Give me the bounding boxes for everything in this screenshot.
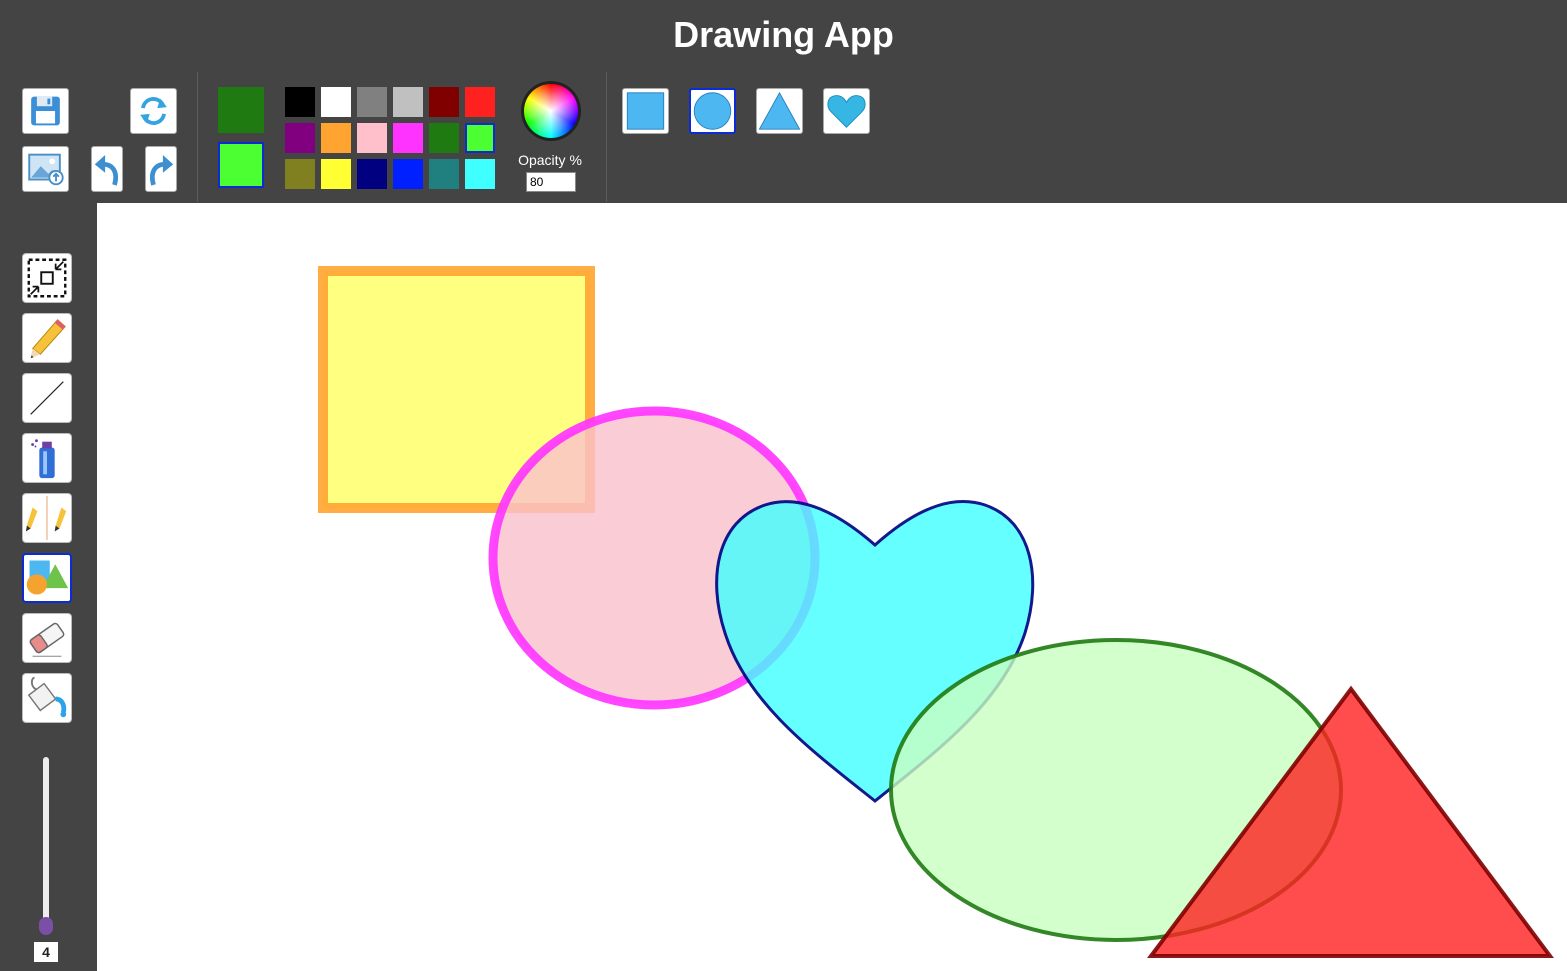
palette-color-swatch[interactable] <box>465 123 495 153</box>
redo-button[interactable] <box>145 146 177 192</box>
palette-color-swatch[interactable] <box>429 87 459 117</box>
palette-color-swatch[interactable] <box>393 87 423 117</box>
square-shape-icon <box>626 92 665 130</box>
brush-size-slider-thumb[interactable] <box>39 917 53 935</box>
floppy-disk-icon <box>31 96 60 126</box>
undo-button[interactable] <box>91 146 123 192</box>
heart-shape-icon <box>827 95 866 128</box>
palette-color-swatch[interactable] <box>321 87 351 117</box>
palette-color-swatch[interactable] <box>285 123 315 153</box>
brush-size-value: 4 <box>34 942 58 962</box>
eraser-icon <box>29 622 65 657</box>
tool-fill[interactable] <box>22 673 72 723</box>
rectangle-shape-button[interactable] <box>622 88 669 134</box>
palette-color-swatch[interactable] <box>393 123 423 153</box>
drawing-surface[interactable] <box>97 203 1567 971</box>
tool-select[interactable] <box>22 253 72 303</box>
palette-color-swatch[interactable] <box>429 123 459 153</box>
palette-color-swatch[interactable] <box>429 159 459 189</box>
image-upload-icon <box>28 153 64 186</box>
palette-color-swatch[interactable] <box>357 123 387 153</box>
brush-size-slider[interactable] <box>43 757 49 927</box>
palette-color-swatch[interactable] <box>285 87 315 117</box>
refresh-icon <box>140 97 167 125</box>
color-picker[interactable] <box>521 81 581 141</box>
palette-color-swatch[interactable] <box>321 123 351 153</box>
palette-color-swatch[interactable] <box>357 159 387 189</box>
mirror-pencils-icon <box>25 495 67 541</box>
circle-shape-button[interactable] <box>689 88 736 134</box>
tool-eraser[interactable] <box>22 613 72 663</box>
upload-image-button[interactable] <box>22 146 69 192</box>
opacity-input[interactable] <box>526 172 576 192</box>
line-icon <box>30 381 64 415</box>
tool-line[interactable] <box>22 373 72 423</box>
paint-bucket-icon <box>27 676 67 718</box>
stroke-color-swatch[interactable] <box>218 87 264 133</box>
palette-color-swatch[interactable] <box>285 159 315 189</box>
selection-resize-icon <box>27 258 67 298</box>
reset-button[interactable] <box>130 88 177 134</box>
tool-spray[interactable] <box>22 433 72 483</box>
triangle-shape-icon <box>758 91 801 130</box>
drawing-canvas[interactable] <box>97 203 1567 971</box>
toolbar-divider <box>606 72 607 202</box>
save-button[interactable] <box>22 88 69 134</box>
toolbar-divider <box>197 72 198 202</box>
fill-color-swatch[interactable] <box>218 142 264 188</box>
spray-can-icon <box>31 439 55 479</box>
circle-shape-icon <box>693 92 732 130</box>
pencil-icon <box>30 319 66 359</box>
tool-pencil[interactable] <box>22 313 72 363</box>
tool-mirror[interactable] <box>22 493 72 543</box>
app-title: Drawing App <box>673 14 894 55</box>
palette-color-swatch[interactable] <box>321 159 351 189</box>
shapes-icon <box>26 560 69 595</box>
palette-color-swatch[interactable] <box>357 87 387 117</box>
opacity-label: Opacity % <box>518 152 582 168</box>
palette-color-swatch[interactable] <box>465 87 495 117</box>
tool-shapes[interactable] <box>22 553 72 603</box>
redo-arrow-icon <box>150 154 174 186</box>
triangle-shape-button[interactable] <box>756 88 803 134</box>
undo-arrow-icon <box>94 154 118 186</box>
color-wheel-icon <box>524 84 578 138</box>
heart-shape-button[interactable] <box>823 88 870 134</box>
palette-color-swatch[interactable] <box>465 159 495 189</box>
palette-color-swatch[interactable] <box>393 159 423 189</box>
